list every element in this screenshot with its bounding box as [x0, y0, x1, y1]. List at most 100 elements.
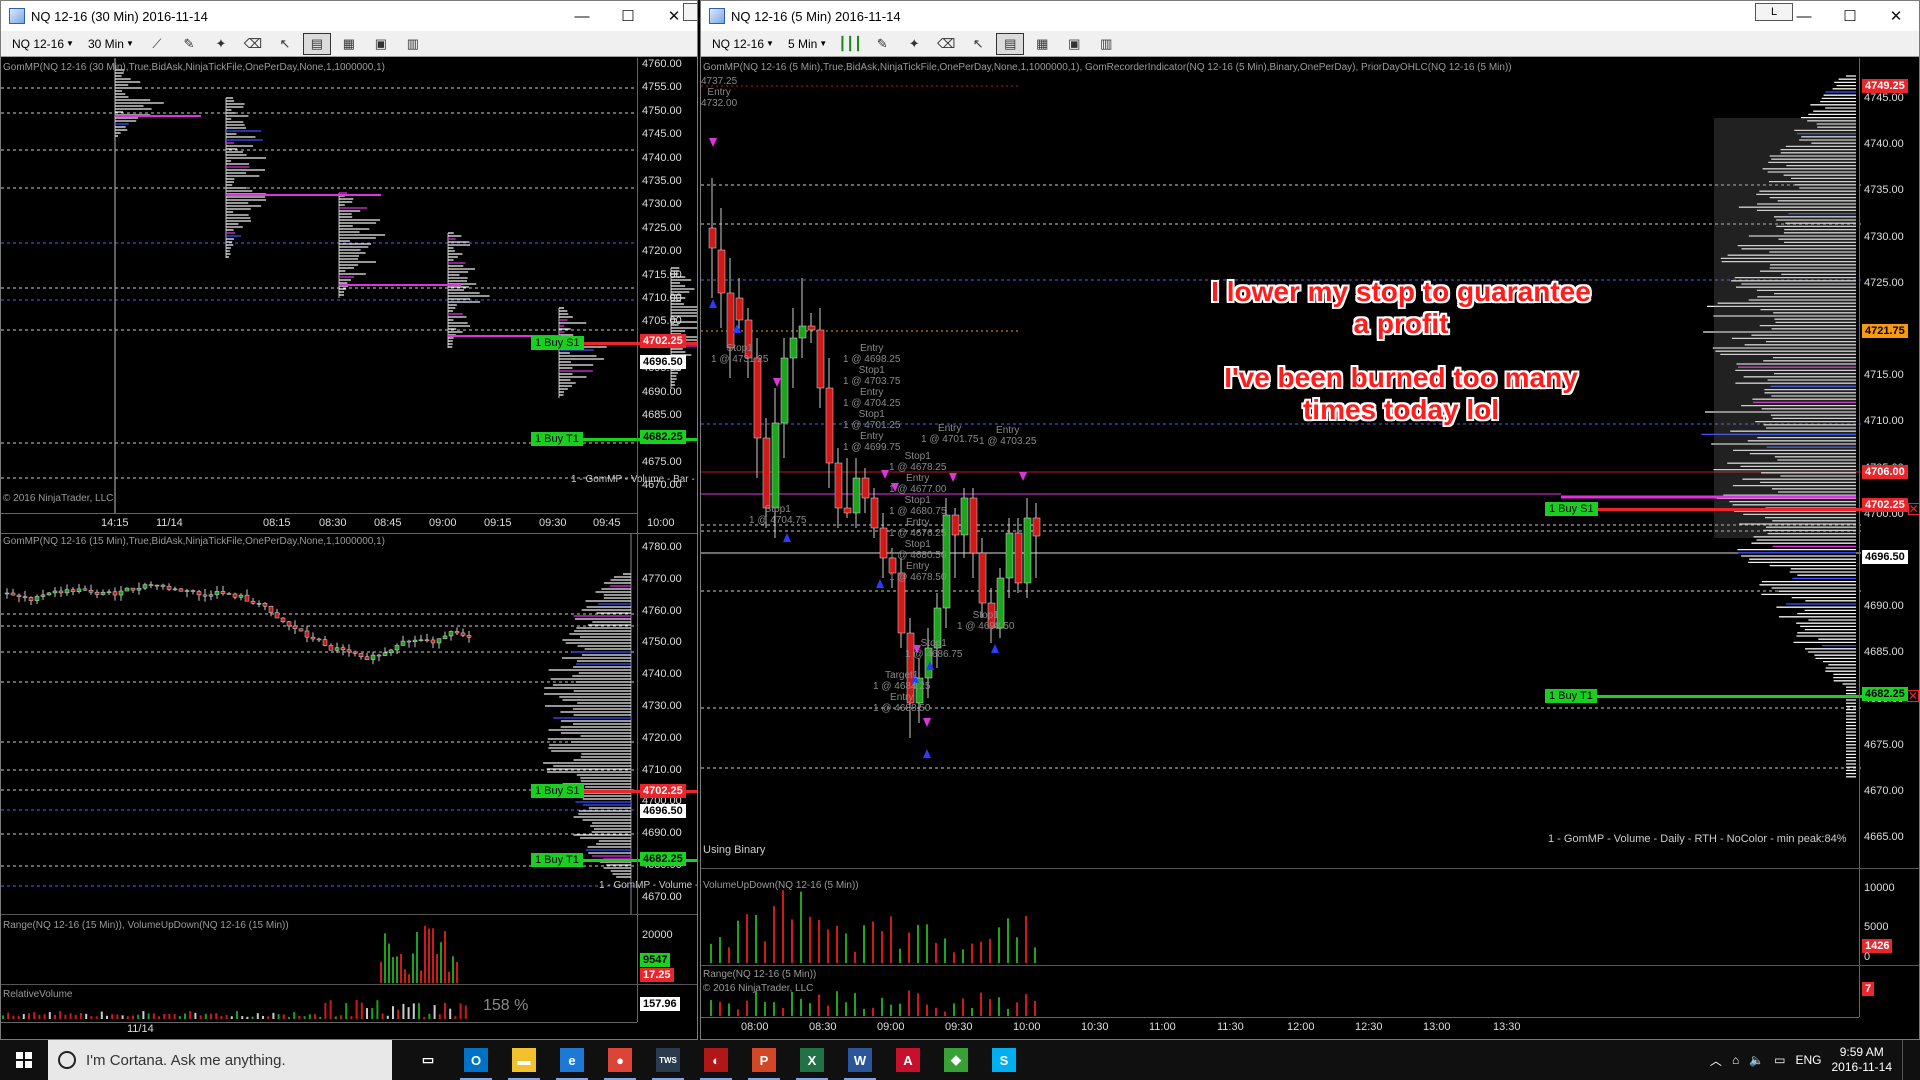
taskbar-app-powerpoint[interactable]: P — [740, 1040, 788, 1080]
left-relative-axis[interactable]: 157.96 — [637, 985, 697, 1022]
properties-button[interactable]: ▥ — [1092, 33, 1120, 55]
price-tick: 4710.00 — [642, 763, 682, 776]
instrument-selector[interactable]: NQ 12-16 ▼ — [7, 35, 79, 53]
candle-body — [978, 552, 987, 604]
clock[interactable]: 9:59 AM 2016-11-14 — [1832, 1045, 1893, 1075]
language-indicator[interactable]: ENG — [1795, 1053, 1821, 1067]
candle-body — [951, 514, 960, 536]
left-toolbar: NQ 12-16 ▼ 30 Min ▼ ⟋ ✎ ✦ ⌫ ↖ ▤ ▦ ▣ ▥ — [1, 31, 697, 57]
close-icon[interactable]: ✕ — [651, 1, 697, 31]
price-tick: 4735.00 — [1864, 184, 1904, 197]
taskbar-app-ninjatrader[interactable]: ◐ — [692, 1040, 740, 1080]
candle-body — [238, 594, 244, 598]
right-range-axis[interactable]: 7 — [1859, 966, 1919, 1017]
chart-trader-button[interactable]: ▤ — [996, 32, 1025, 55]
trade-marker-line: Stop1 — [858, 365, 885, 376]
indicator-button[interactable]: ✦ — [207, 33, 235, 55]
indicator-button[interactable]: ✦ — [900, 33, 928, 55]
taskbar-app-outlook[interactable]: O — [452, 1040, 500, 1080]
candle-body — [825, 387, 834, 464]
candle-body — [166, 586, 172, 590]
candle-body — [334, 647, 340, 651]
price-tick: 4725.00 — [1864, 276, 1904, 289]
cortana-search-box[interactable]: I'm Cortana. Ask me anything. — [48, 1040, 392, 1080]
start-button[interactable] — [0, 1040, 48, 1080]
price-tick: 4715.00 — [642, 268, 682, 281]
taskbar-app-acrobat[interactable]: A — [884, 1040, 932, 1080]
time-tick: 10:00 — [647, 517, 675, 529]
candle-body — [28, 597, 34, 601]
right-indicator-label: GomMP(NQ 12-16 (5 Min),True,BidAsk,Ninja… — [703, 62, 1512, 73]
minimize-icon[interactable]: — — [1781, 1, 1827, 31]
taskbar-app-excel[interactable]: X — [788, 1040, 836, 1080]
candle-body — [298, 628, 304, 632]
action-center-icon[interactable] — [1902, 1040, 1912, 1080]
left-titlebar[interactable]: NQ 12-16 (30 Min) 2016-11-14 L — ☐ ✕ — [1, 1, 697, 31]
instrument-selector[interactable]: NQ 12-16 ▼ — [707, 35, 779, 53]
drawing-tool-button[interactable]: ✎ — [175, 33, 203, 55]
interval-selector[interactable]: 5 Min ▼ — [783, 35, 832, 53]
candle-body — [70, 589, 76, 592]
right-volume-axis[interactable]: 10000 5000 1426 0 — [1859, 869, 1919, 965]
right-price-axis[interactable]: 4745.004740.004735.004730.004725.004720.… — [1859, 58, 1919, 868]
candle-body — [762, 437, 771, 509]
close-icon[interactable]: ✕ — [1873, 1, 1919, 31]
buy-arrow-icon — [991, 644, 999, 653]
candle-body — [178, 588, 184, 592]
greenshot-icon: ◆ — [944, 1048, 968, 1072]
taskbar-app-greenshot[interactable]: ◆ — [932, 1040, 980, 1080]
drawing-tool-button[interactable]: ✎ — [868, 33, 896, 55]
candle-body — [1023, 517, 1032, 584]
annotation-line: I lower my stop to guarantee — [1211, 276, 1591, 307]
candle-body — [328, 645, 334, 651]
taskbar-app-chrome[interactable]: ● — [596, 1040, 644, 1080]
candle-body — [870, 497, 879, 529]
taskbar-app-edge[interactable]: e — [548, 1040, 596, 1080]
eraser-button[interactable]: ⌫ — [239, 33, 267, 55]
left-top-price-axis[interactable]: 4760.00 4755.00 4750.00 4745.00 4740.00 4735.… — [637, 58, 697, 533]
price-tag-prior-open: 4721.75 — [1862, 324, 1908, 338]
left-bottom-time-axis[interactable]: 11/14 — [1, 1022, 637, 1039]
interval-selector[interactable]: 30 Min ▼ — [83, 35, 139, 53]
chart-style-button[interactable]: ⟋ — [143, 33, 171, 55]
taskbar-app-tws[interactable]: TWS — [644, 1040, 692, 1080]
trade-marker-line: 4732.00 — [701, 98, 738, 109]
taskbar-app-skype[interactable]: S — [980, 1040, 1028, 1080]
data-box-button[interactable]: ▦ — [335, 33, 363, 55]
time-tick: 09:30 — [945, 1021, 973, 1033]
left-top-time-axis[interactable]: 14:15 11/14 08:15 08:30 08:45 09:00 09:1… — [1, 513, 675, 531]
maximize-icon[interactable]: ☐ — [605, 1, 651, 31]
time-tick: 13:00 — [1423, 1021, 1451, 1033]
pointer-button[interactable]: ↖ — [964, 33, 992, 55]
chevron-up-icon[interactable]: ︿ — [1710, 1052, 1722, 1069]
right-titlebar[interactable]: NQ 12-16 (5 Min) 2016-11-14 L — ☐ ✕ — [701, 1, 1919, 31]
pointer-button[interactable]: ↖ — [271, 33, 299, 55]
price-tick: 4720.00 — [642, 731, 682, 744]
screenshot-button[interactable]: ▣ — [367, 33, 395, 55]
data-box-button[interactable]: ▦ — [1028, 33, 1056, 55]
chart-style-button[interactable]: ┃┃┃ — [836, 33, 864, 55]
candle-body — [160, 584, 166, 587]
minimize-icon[interactable]: — — [559, 1, 605, 31]
right-time-axis[interactable]: 08:00 08:30 09:00 09:30 10:00 10:30 11:00 11:30… — [701, 1017, 1859, 1039]
price-tick: 4730.00 — [1864, 230, 1904, 243]
taskbar-app-word[interactable]: W — [836, 1040, 884, 1080]
left-volume-axis[interactable]: 20000 9547 17.25 — [637, 915, 697, 984]
network-icon[interactable]: ⌂ — [1732, 1053, 1739, 1067]
candle-body — [879, 527, 888, 559]
right-volume-bars — [710, 890, 1036, 963]
left-bottom-price-axis[interactable]: 4780.00 4770.00 4760.00 4750.00 4740.00 4730.… — [637, 534, 697, 914]
eraser-button[interactable]: ⌫ — [932, 33, 960, 55]
maximize-icon[interactable]: ☐ — [1827, 1, 1873, 31]
taskbar-app-file-explorer[interactable]: ▬ — [500, 1040, 548, 1080]
price-tick: 4675.00 — [1864, 738, 1904, 751]
taskbar-app-task-view[interactable]: ▭ — [404, 1040, 452, 1080]
sell-arrow-icon — [709, 138, 717, 147]
candle-body — [466, 635, 472, 638]
message-icon[interactable]: ▭ — [1774, 1053, 1785, 1067]
volume-icon[interactable]: 🔈 — [1749, 1053, 1764, 1067]
chart-trader-button[interactable]: ▤ — [302, 32, 331, 55]
candle-body — [226, 593, 232, 595]
screenshot-button[interactable]: ▣ — [1060, 33, 1088, 55]
properties-button[interactable]: ▥ — [399, 33, 427, 55]
